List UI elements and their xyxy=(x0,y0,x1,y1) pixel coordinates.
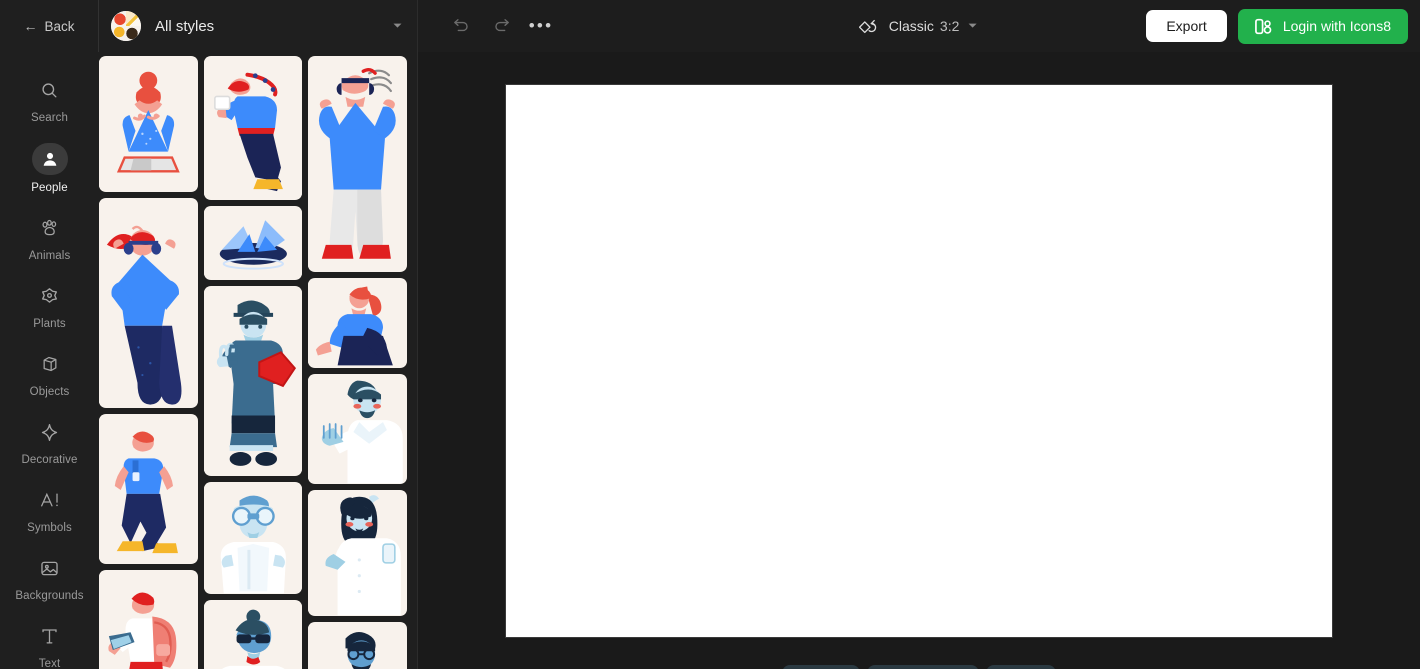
illustration-person-with-sunglasses[interactable] xyxy=(203,600,303,669)
sidebar-item-symbols[interactable]: Symbols xyxy=(0,476,99,541)
symbols-icon xyxy=(32,485,68,515)
illustration-woman-holding-phone[interactable] xyxy=(308,490,408,616)
floating-tool-bar[interactable] xyxy=(782,665,1056,669)
sidebar-item-label: Objects xyxy=(29,386,70,398)
illustration-person-walking[interactable] xyxy=(99,414,198,564)
illustration-man-waving-hand[interactable] xyxy=(308,374,408,484)
illustration-officer-with-stop-sign[interactable] xyxy=(203,286,303,476)
image-icon xyxy=(32,553,68,583)
undo-icon xyxy=(453,18,468,31)
style-selector[interactable]: All styles ⏷ xyxy=(99,0,417,52)
sidebar-item-animals[interactable]: Animals xyxy=(0,204,99,269)
canvas-ratio-value: 3:2 xyxy=(939,18,960,34)
arrow-left-icon: ← xyxy=(23,18,38,34)
top-header: ← Back All styles ⏷ ••• Classic 3:2 ⏷ Ex… xyxy=(0,0,1420,52)
illustration-person-standing-stressed[interactable] xyxy=(308,56,408,272)
style-avatar-thumbnails xyxy=(111,11,141,41)
search-icon xyxy=(32,75,68,105)
icons8-logo-icon xyxy=(1254,18,1272,34)
sidebar-item-search[interactable]: Search xyxy=(0,66,99,131)
illustration-man-with-glasses[interactable] xyxy=(308,622,408,669)
text-icon xyxy=(32,621,68,651)
sparkle-icon xyxy=(32,417,68,447)
sidebar-item-people[interactable]: People xyxy=(0,134,99,201)
sidebar-item-backgrounds[interactable]: Backgrounds xyxy=(0,544,99,609)
illustration-library-panel[interactable] xyxy=(99,52,418,669)
illustration-person-crying-at-desk[interactable] xyxy=(99,56,198,192)
floating-tool-segment[interactable] xyxy=(986,665,1056,669)
design-canvas[interactable] xyxy=(506,85,1332,637)
header-actions: Export Login with Icons8 xyxy=(1146,8,1408,44)
person-icon xyxy=(31,143,68,175)
chevron-down-icon: ⏷ xyxy=(968,19,978,32)
paw-icon xyxy=(32,213,68,243)
more-options-icon: ••• xyxy=(528,16,554,35)
cube-icon xyxy=(32,349,68,379)
floating-tool-segment[interactable] xyxy=(867,665,979,669)
sidebar-item-label: Search xyxy=(30,112,69,124)
sidebar-item-label: People xyxy=(31,182,68,194)
back-button[interactable]: ← Back xyxy=(0,0,99,52)
floating-tool-segment[interactable] xyxy=(782,665,860,669)
masonry-column xyxy=(99,56,198,669)
more-options-button[interactable]: ••• xyxy=(526,11,556,41)
sidebar-item-label: Animals xyxy=(28,250,71,262)
illustration-person-sitting-knees-up[interactable] xyxy=(308,278,408,368)
illustration-bending-person-with-cup[interactable] xyxy=(203,56,303,200)
rotate-canvas-icon xyxy=(858,19,876,33)
illustration-person-covering-ears[interactable] xyxy=(99,198,198,408)
sidebar-item-label: Backgrounds xyxy=(15,590,84,602)
sidebar-item-label: Plants xyxy=(33,318,66,330)
sidebar-item-objects[interactable]: Objects xyxy=(0,340,99,405)
masonry-column xyxy=(203,56,303,669)
sidebar-item-text[interactable]: Text xyxy=(0,612,99,669)
sidebar-item-label: Decorative xyxy=(21,454,78,466)
canvas-ratio-selector[interactable]: Classic 3:2 ⏷ xyxy=(853,12,985,41)
masonry-column xyxy=(308,56,408,669)
sidebar-item-label: Text xyxy=(38,658,61,669)
flower-icon xyxy=(32,281,68,311)
category-sidebar: Search People Animals Plants Objects Dec… xyxy=(0,52,99,669)
illustration-broken-ice-hole[interactable] xyxy=(203,206,303,280)
chevron-down-icon: ⏷ xyxy=(393,19,402,32)
illustration-masonry-grid xyxy=(99,56,408,669)
login-with-icons8-button[interactable]: Login with Icons8 xyxy=(1237,8,1408,44)
style-selector-label: All styles xyxy=(155,17,215,35)
login-button-label: Login with Icons8 xyxy=(1282,18,1391,34)
sidebar-item-decorative[interactable]: Decorative xyxy=(0,408,99,473)
sidebar-item-plants[interactable]: Plants xyxy=(0,272,99,337)
header-left-panel: ← Back All styles ⏷ xyxy=(0,0,418,52)
canvas-ratio-label: Classic xyxy=(888,18,934,34)
export-button[interactable]: Export xyxy=(1146,10,1227,42)
redo-icon xyxy=(494,18,509,31)
redo-button[interactable] xyxy=(486,11,516,41)
app-root: ← Back All styles ⏷ ••• Classic 3:2 ⏷ Ex… xyxy=(0,0,1420,669)
illustration-hiker-with-backpack[interactable] xyxy=(99,570,198,669)
illustration-person-with-binoculars[interactable] xyxy=(203,482,303,594)
header-right-panel: ••• Classic 3:2 ⏷ Export Login with Icon… xyxy=(418,0,1420,52)
main-body: Search People Animals Plants Objects Dec… xyxy=(0,52,1420,669)
sidebar-item-label: Symbols xyxy=(27,522,72,534)
canvas-stage[interactable] xyxy=(418,52,1420,669)
undo-button[interactable] xyxy=(446,11,476,41)
history-controls: ••• xyxy=(446,11,556,41)
back-button-label: Back xyxy=(44,18,75,34)
